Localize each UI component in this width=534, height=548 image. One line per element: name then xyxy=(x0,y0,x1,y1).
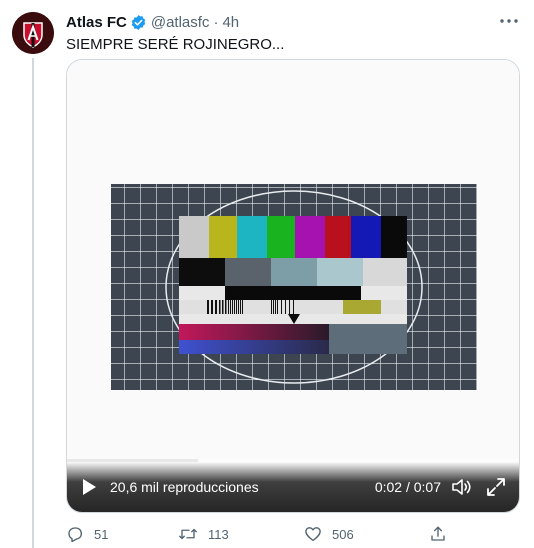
author-handle[interactable]: @atlasfc xyxy=(151,14,210,31)
play-icon xyxy=(83,479,96,495)
share-icon xyxy=(431,526,445,541)
more-options-icon[interactable] xyxy=(498,12,520,30)
like-count: 506 xyxy=(332,526,354,542)
reply-button[interactable]: 51 xyxy=(66,524,108,544)
test-pattern-image xyxy=(111,184,477,390)
tweet-text: SIEMPRE SERÉ ROJINEGRO... xyxy=(66,36,285,53)
retweet-count: 113 xyxy=(208,526,229,542)
view-count: 20,6 mil reproducciones xyxy=(110,479,259,495)
retweet-button[interactable]: 113 xyxy=(178,524,229,544)
atlas-logo-icon xyxy=(12,12,54,54)
fullscreen-icon xyxy=(487,478,505,496)
heart-icon xyxy=(305,527,321,542)
fullscreen-button[interactable] xyxy=(485,476,507,498)
verified-badge-icon xyxy=(130,14,147,31)
volume-icon xyxy=(452,479,471,495)
tweet-actions: 51 113 506 xyxy=(66,524,466,544)
avatar[interactable] xyxy=(12,12,54,54)
video-frame[interactable] xyxy=(67,60,519,512)
header-separator: · xyxy=(213,13,219,31)
volume-button[interactable] xyxy=(451,476,473,498)
thread-line xyxy=(32,58,34,548)
tweet-time[interactable]: 4h xyxy=(222,14,239,31)
video-player[interactable]: 20,6 mil reproducciones 0:02 / 0:07 xyxy=(66,59,520,513)
like-button[interactable]: 506 xyxy=(304,524,354,544)
retweet-icon xyxy=(178,528,198,540)
video-timecode: 0:02 / 0:07 xyxy=(374,479,441,495)
reply-count: 51 xyxy=(94,526,109,542)
author-name[interactable]: Atlas FC xyxy=(66,14,127,31)
play-button[interactable] xyxy=(79,477,99,497)
reply-icon xyxy=(68,527,83,543)
share-button[interactable] xyxy=(429,524,447,544)
tweet-header: Atlas FC @atlasfc · 4h xyxy=(66,12,239,32)
video-controls: 20,6 mil reproducciones 0:02 / 0:07 xyxy=(67,462,519,512)
